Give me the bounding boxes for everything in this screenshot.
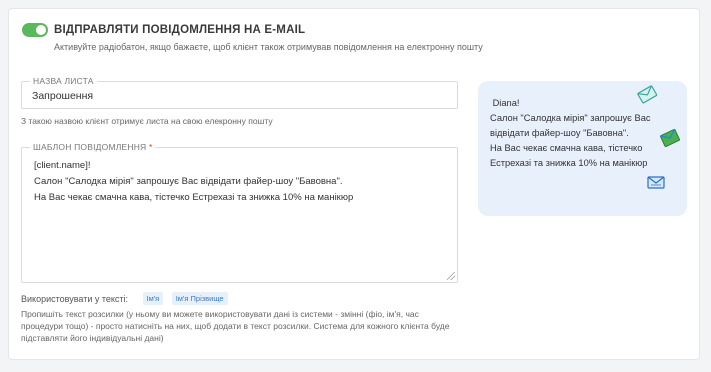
email-toggle[interactable]	[22, 23, 48, 37]
message-preview: Diana! Салон "Салодка мірія" запрошує Ва…	[478, 81, 687, 216]
template-field[interactable]: ШАБЛОН ПОВІДОМЛЕННЯ * [client.name]! Сал…	[21, 142, 458, 283]
template-legend: ШАБЛОН ПОВІДОМЛЕННЯ *	[30, 142, 156, 152]
preview-text: Diana! Салон "Салодка мірія" запрошує Ва…	[490, 98, 651, 168]
subject-legend: НАЗВА ЛИСТА	[30, 76, 97, 86]
email-toggle-title: ВІДПРАВЛЯТИ ПОВІДОМЛЕННЯ НА E-MAIL	[54, 24, 306, 36]
email-settings-card: ВІДПРАВЛЯТИ ПОВІДОМЛЕННЯ НА E-MAIL Актив…	[8, 8, 700, 360]
required-mark: *	[148, 142, 153, 152]
subject-input-value[interactable]: Запрошення	[32, 90, 93, 102]
template-help-text: Пропишіть текст розсилки (у ньому ви мож…	[21, 309, 450, 343]
subject-hint: З такою назвою клієнт отримує листа на с…	[21, 116, 273, 126]
envelope-decoration-icon	[637, 85, 658, 104]
variable-chip-name[interactable]: Ім'я	[142, 292, 164, 306]
variables-row: Використовувати у тексті: Ім'я Ім'я Пріз…	[21, 290, 232, 306]
template-textarea[interactable]: [client.name]! Салон "Салодка мірія" зап…	[34, 158, 449, 276]
envelope-decoration-icon	[660, 128, 680, 147]
resize-handle-icon[interactable]	[447, 272, 455, 280]
template-legend-text: ШАБЛОН ПОВІДОМЛЕННЯ	[33, 142, 147, 152]
variables-label: Використовувати у тексті:	[21, 293, 129, 304]
toggle-knob	[36, 25, 46, 35]
variable-chip-fullname[interactable]: Ім'я Прізвище	[171, 292, 228, 306]
subject-field[interactable]: НАЗВА ЛИСТА Запрошення	[21, 76, 458, 109]
envelope-decoration-icon	[647, 176, 665, 189]
email-toggle-hint: Активуйте радіобатон, якщо бажаєте, щоб …	[54, 42, 483, 52]
